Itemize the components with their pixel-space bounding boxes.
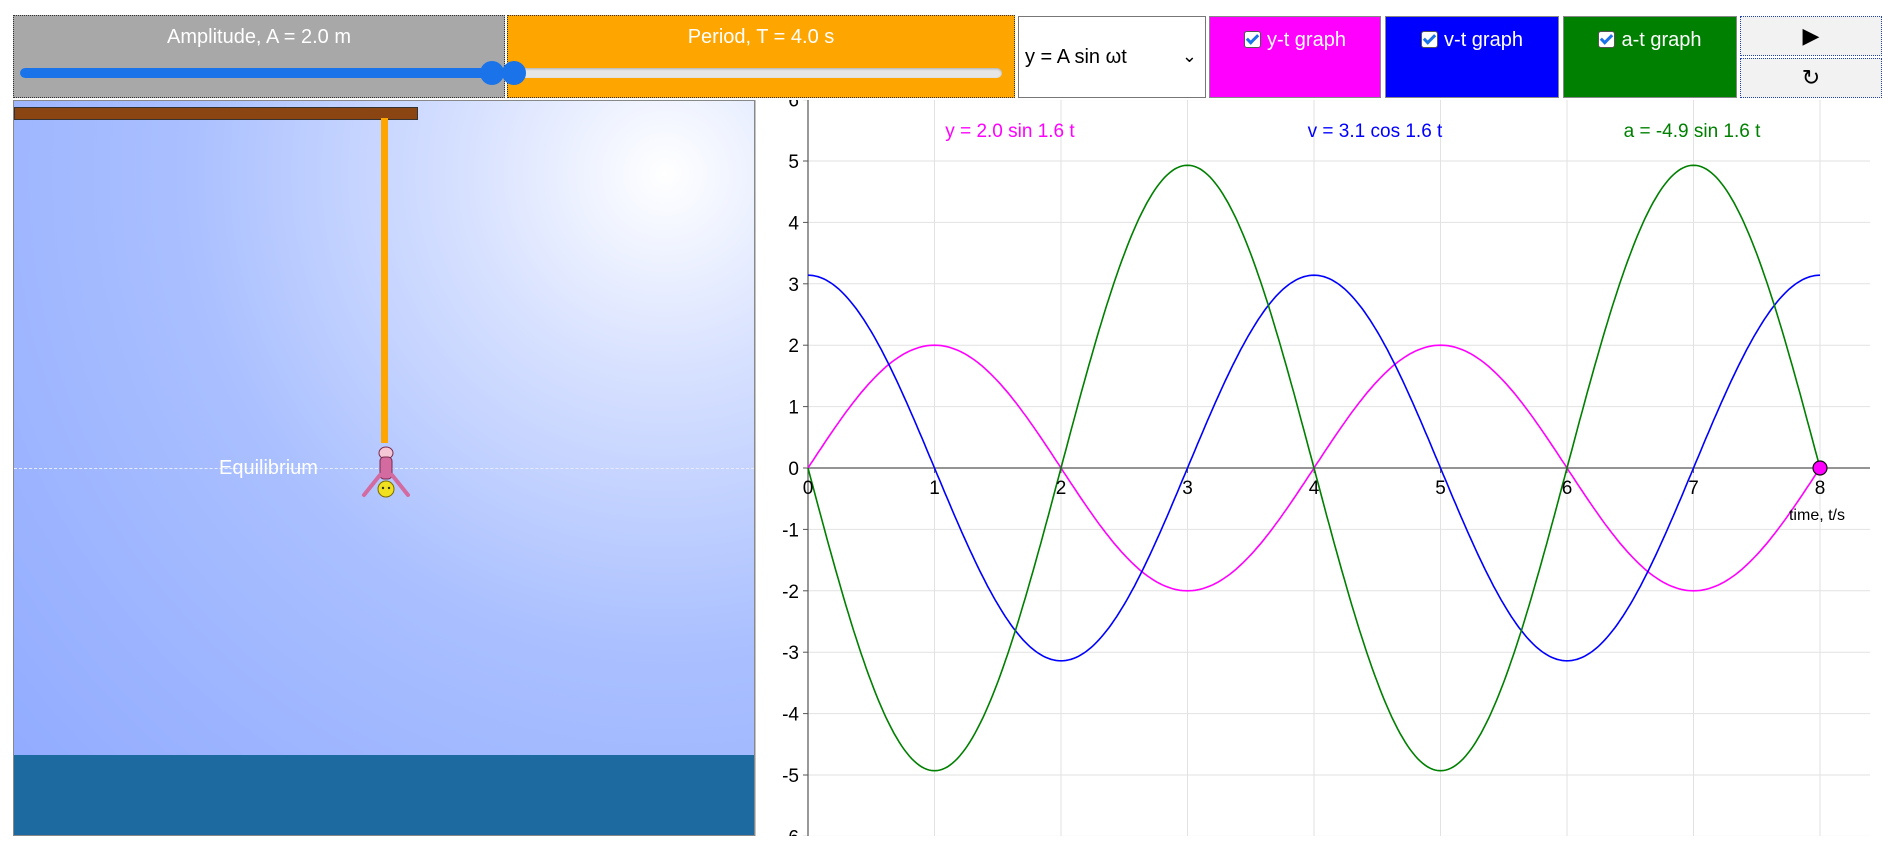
a-t-graph-label: a-t graph (1621, 29, 1702, 51)
reset-icon: ↻ (1801, 65, 1821, 90)
y-tick-label: 4 (788, 213, 799, 234)
platform (14, 107, 418, 120)
toolbar: Amplitude, A = 2.0 m Period, T = 4.0 s y… (13, 15, 1882, 100)
y-tick-label: 6 (788, 100, 799, 112)
period-label: Period, T = 4.0 s (687, 26, 835, 48)
x-axis-label: time, t/s (1789, 507, 1845, 524)
y-tick-label: -6 (782, 827, 799, 836)
x-tick-label: 3 (1182, 478, 1193, 499)
toggle-y-t-graph[interactable]: y-t graph (1209, 16, 1381, 98)
amplitude-slider-thumb[interactable] (480, 61, 504, 85)
series-label: v = 3.1 cos 1.6 t (1308, 121, 1443, 142)
amplitude-label: Amplitude, A = 2.0 m (167, 26, 351, 48)
period-slider-panel: Period, T = 4.0 s (502, 15, 1015, 98)
equation-select-value: y = A sin ωt (1025, 45, 1127, 68)
x-tick-label: 6 (1562, 478, 1573, 499)
period-slider-thumb[interactable] (502, 61, 526, 85)
amplitude-slider[interactable] (20, 61, 504, 85)
y-tick-label: 5 (788, 152, 799, 173)
period-slider[interactable] (502, 61, 1002, 85)
y-tick-label: -2 (782, 582, 799, 603)
water (14, 755, 754, 835)
x-tick-label: 4 (1309, 478, 1320, 499)
y-tick-label: -1 (782, 520, 799, 541)
toggle-v-t-graph[interactable]: v-t graph (1385, 16, 1559, 98)
x-tick-label: 0 (803, 478, 814, 499)
y-tick-label: 2 (788, 336, 799, 357)
play-button[interactable]: ▶ (1740, 16, 1882, 56)
v-t-graph-label: v-t graph (1444, 29, 1523, 51)
play-icon: ▶ (1802, 23, 1820, 48)
x-tick-label: 1 (929, 478, 940, 499)
y-tick-label: 1 (788, 398, 799, 419)
reset-button[interactable]: ↻ (1740, 58, 1882, 98)
x-tick-label: 8 (1815, 478, 1826, 499)
x-tick-label: 7 (1688, 478, 1699, 499)
bungee-rope (381, 118, 388, 443)
y-t-graph-checkbox[interactable] (1244, 31, 1262, 48)
x-tick-label: 5 (1435, 478, 1446, 499)
chevron-down-icon: ⌄ (1181, 46, 1197, 66)
v-t-graph-checkbox[interactable] (1421, 31, 1439, 48)
a-t-graph-checkbox[interactable] (1598, 31, 1616, 48)
toggle-a-t-graph[interactable]: a-t graph (1563, 16, 1737, 98)
y-tick-label: -5 (782, 766, 799, 787)
graph-axes (755, 100, 1870, 836)
y-tick-label: -4 (782, 705, 799, 726)
bungee-jumper-icon (362, 446, 410, 498)
amplitude-slider-panel: Amplitude, A = 2.0 m (13, 15, 505, 98)
motion-graph: -6-5-4-3-2-10123456012345678time, t/sy =… (755, 100, 1870, 836)
equation-select[interactable]: y = A sin ωt ⌄ (1018, 16, 1206, 98)
series-label: y = 2.0 sin 1.6 t (945, 121, 1075, 142)
bungee-scene: Equilibrium (13, 100, 755, 836)
x-tick-label: 2 (1056, 478, 1067, 499)
y-tick-label: -3 (782, 643, 799, 664)
time-marker (1812, 460, 1828, 476)
equilibrium-label: Equilibrium (219, 457, 318, 479)
y-tick-label: 3 (788, 275, 799, 296)
y-t-graph-label: y-t graph (1267, 29, 1346, 51)
series-label: a = -4.9 sin 1.6 t (1624, 121, 1761, 142)
amplitude-slider-fill (20, 68, 492, 78)
y-tick-label: 0 (788, 459, 799, 480)
